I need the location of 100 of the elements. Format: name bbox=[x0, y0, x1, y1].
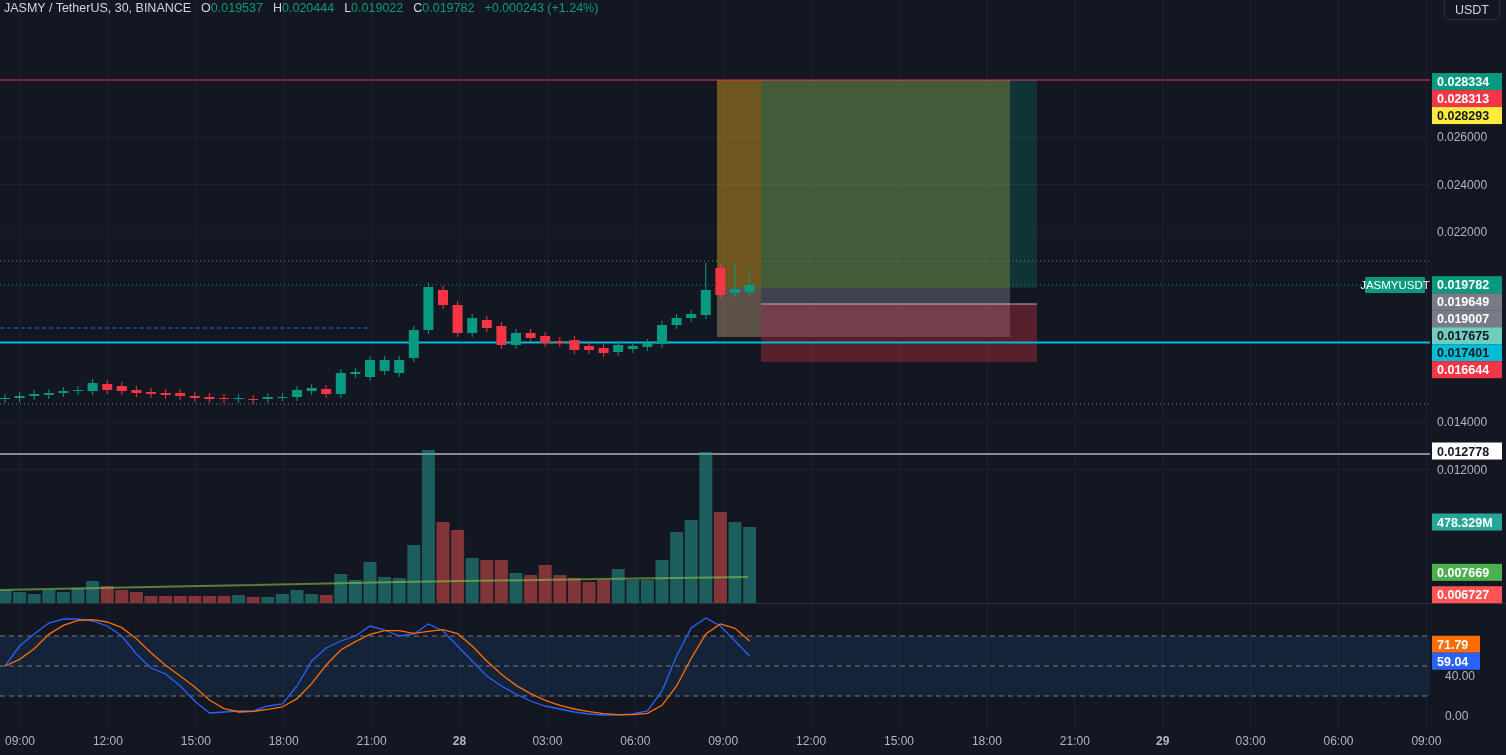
time-axis-label: 18:00 bbox=[971, 734, 1002, 748]
dashed-line[interactable] bbox=[0, 327, 371, 329]
candle bbox=[292, 385, 302, 402]
price-label: 71.79 bbox=[1432, 635, 1480, 653]
candle bbox=[496, 321, 507, 350]
candle bbox=[233, 393, 244, 404]
candle bbox=[0, 393, 10, 404]
candle bbox=[160, 388, 171, 400]
price-label: 0.028313 bbox=[1432, 90, 1502, 108]
time-axis-label: 15:00 bbox=[180, 734, 211, 748]
candle bbox=[686, 309, 697, 323]
candle bbox=[481, 315, 492, 333]
candle bbox=[146, 387, 156, 399]
candle bbox=[248, 394, 259, 405]
price-axis-label: 0.014000 bbox=[1437, 415, 1488, 429]
price-axis-label: 0.026000 bbox=[1437, 130, 1488, 144]
candle bbox=[58, 386, 69, 398]
volume-bar bbox=[553, 575, 567, 603]
ohlc-value: 0.019537 bbox=[210, 1, 263, 15]
price-label: 0.017675 bbox=[1432, 327, 1502, 345]
candle bbox=[277, 392, 288, 402]
candle bbox=[116, 381, 127, 396]
price-label: 478.329M bbox=[1432, 513, 1502, 531]
ohlc-value: 0.019782 bbox=[422, 1, 475, 15]
time-axis-label: 03:00 bbox=[1235, 734, 1266, 748]
dotted-line[interactable] bbox=[0, 260, 1431, 262]
position-tool-drawing[interactable] bbox=[717, 80, 1038, 362]
time-axis-label: 12:00 bbox=[796, 734, 827, 748]
time-axis-label: 18:00 bbox=[268, 734, 299, 748]
candle bbox=[321, 384, 332, 399]
dotted-line[interactable] bbox=[0, 403, 1431, 405]
ohlc-key: C bbox=[413, 1, 423, 15]
price-label: 0.007669 bbox=[1432, 563, 1502, 581]
price-label: 0.017401 bbox=[1432, 344, 1502, 362]
time-axis-label: 15:00 bbox=[884, 734, 914, 748]
candle bbox=[452, 300, 463, 338]
time-axis-label: 12:00 bbox=[92, 734, 123, 748]
candle bbox=[43, 388, 54, 400]
support-line[interactable] bbox=[0, 341, 1431, 344]
candle bbox=[657, 320, 667, 349]
volume-bar bbox=[524, 575, 538, 603]
candle bbox=[569, 335, 580, 355]
candle bbox=[511, 328, 521, 350]
candle bbox=[219, 393, 229, 404]
volume-bar bbox=[115, 590, 129, 603]
candle bbox=[744, 267, 755, 297]
price-label: 0.006727 bbox=[1432, 586, 1502, 604]
volume-bar bbox=[538, 565, 552, 603]
candle bbox=[627, 341, 638, 354]
candle bbox=[613, 340, 624, 357]
volume-bar bbox=[100, 586, 114, 603]
time-axis-label: 09:00 bbox=[1411, 734, 1442, 748]
candle bbox=[14, 391, 25, 403]
candle bbox=[204, 392, 215, 404]
oscillator-axis-label: 0.00 bbox=[1445, 709, 1469, 723]
volume-bar bbox=[567, 578, 581, 603]
candle bbox=[131, 385, 142, 398]
candle bbox=[189, 391, 200, 403]
price-label: 0.019007 bbox=[1432, 310, 1502, 328]
oscillator-axis-label: 40.00 bbox=[1445, 669, 1476, 683]
time-axis-label: 06:00 bbox=[1323, 734, 1354, 748]
price-label: 0.012778 bbox=[1432, 442, 1502, 460]
dotted-line[interactable] bbox=[0, 284, 1363, 286]
time-axis-label: 28 bbox=[452, 734, 467, 748]
candle bbox=[598, 343, 609, 358]
ohlc-value: 0.019022 bbox=[351, 1, 404, 15]
candle bbox=[730, 262, 740, 298]
ohlc-value: 0.020444 bbox=[282, 1, 335, 15]
candle bbox=[554, 336, 565, 348]
candle bbox=[379, 355, 390, 376]
candle bbox=[394, 355, 405, 378]
candle bbox=[438, 285, 448, 310]
candle bbox=[671, 313, 682, 330]
volume-bar bbox=[582, 582, 596, 603]
candle bbox=[175, 388, 186, 401]
ohlc-key: L bbox=[344, 1, 352, 15]
price-axis-label: 0.012000 bbox=[1437, 462, 1488, 477]
time-axis-label: 21:00 bbox=[356, 734, 387, 748]
candle bbox=[29, 389, 40, 401]
candle bbox=[642, 338, 653, 352]
ohlc-key: H bbox=[273, 1, 282, 15]
volume-bar bbox=[0, 590, 12, 603]
candle bbox=[262, 392, 273, 404]
candle bbox=[525, 328, 536, 343]
currency-button[interactable]: USDT bbox=[1443, 0, 1500, 20]
candle bbox=[102, 379, 113, 395]
ohlc-key: O bbox=[201, 1, 211, 15]
price-label: 0.019782 bbox=[1432, 276, 1502, 294]
candle bbox=[365, 355, 375, 382]
candle bbox=[715, 263, 726, 300]
candle bbox=[306, 383, 317, 396]
time-axis-label: 29 bbox=[1156, 734, 1170, 748]
resistance-line[interactable] bbox=[0, 79, 1431, 81]
price-label: 0.028334 bbox=[1432, 73, 1502, 91]
time-axis-label: 06:00 bbox=[620, 734, 651, 748]
price-axis-label: 0.024000 bbox=[1437, 177, 1488, 192]
candle bbox=[335, 368, 346, 399]
candle bbox=[467, 313, 478, 338]
candle bbox=[408, 325, 419, 363]
symbol-label: JASMYUSDT bbox=[1360, 277, 1430, 293]
